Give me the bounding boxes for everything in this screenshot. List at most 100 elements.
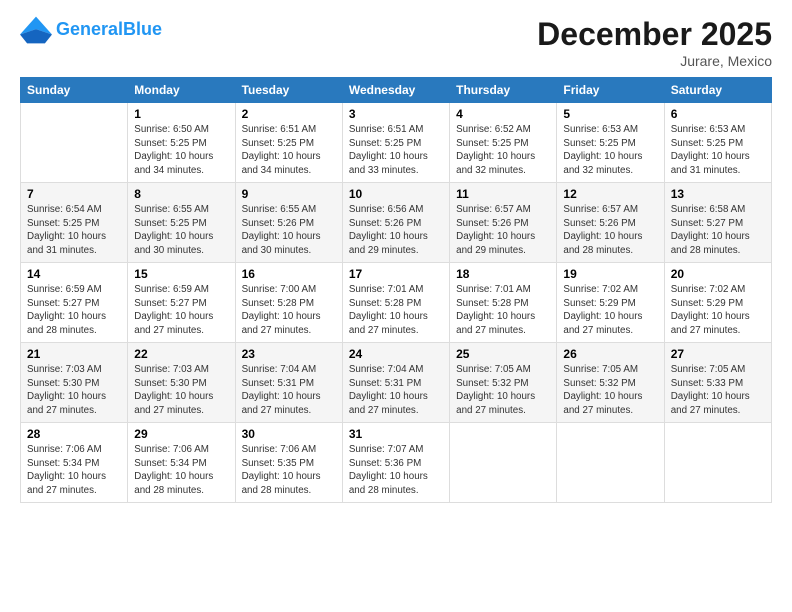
day-info: Sunrise: 7:05 AM Sunset: 5:32 PM Dayligh… bbox=[456, 363, 550, 418]
day-info: Sunrise: 6:52 AM Sunset: 5:25 PM Dayligh… bbox=[456, 123, 550, 178]
calendar-cell: 11 Sunrise: 6:57 AM Sunset: 5:26 PM Dayli… bbox=[450, 183, 557, 263]
calendar-cell: 27 Sunrise: 7:05 AM Sunset: 5:33 PM Dayli… bbox=[664, 343, 771, 423]
day-number: 16 bbox=[242, 267, 336, 281]
location: Jurare, Mexico bbox=[537, 53, 772, 69]
day-number: 15 bbox=[134, 267, 228, 281]
col-saturday: Saturday bbox=[664, 78, 771, 103]
day-number: 14 bbox=[27, 267, 121, 281]
calendar-cell: 15 Sunrise: 6:59 AM Sunset: 5:27 PM Dayli… bbox=[128, 263, 235, 343]
day-info: Sunrise: 7:05 AM Sunset: 5:33 PM Dayligh… bbox=[671, 363, 765, 418]
calendar-cell bbox=[557, 423, 664, 503]
calendar-week-3: 14 Sunrise: 6:59 AM Sunset: 5:27 PM Dayli… bbox=[21, 263, 772, 343]
calendar-cell: 6 Sunrise: 6:53 AM Sunset: 5:25 PM Daylig… bbox=[664, 103, 771, 183]
calendar-table: Sunday Monday Tuesday Wednesday Thursday… bbox=[20, 77, 772, 503]
calendar-cell: 12 Sunrise: 6:57 AM Sunset: 5:26 PM Dayli… bbox=[557, 183, 664, 263]
day-number: 30 bbox=[242, 427, 336, 441]
day-number: 29 bbox=[134, 427, 228, 441]
day-info: Sunrise: 7:01 AM Sunset: 5:28 PM Dayligh… bbox=[456, 283, 550, 338]
day-info: Sunrise: 6:57 AM Sunset: 5:26 PM Dayligh… bbox=[563, 203, 657, 258]
day-info: Sunrise: 6:55 AM Sunset: 5:26 PM Dayligh… bbox=[242, 203, 336, 258]
day-number: 28 bbox=[27, 427, 121, 441]
day-info: Sunrise: 6:54 AM Sunset: 5:25 PM Dayligh… bbox=[27, 203, 121, 258]
day-number: 12 bbox=[563, 187, 657, 201]
header-row: Sunday Monday Tuesday Wednesday Thursday… bbox=[21, 78, 772, 103]
day-number: 7 bbox=[27, 187, 121, 201]
day-number: 3 bbox=[349, 107, 443, 121]
calendar-cell: 7 Sunrise: 6:54 AM Sunset: 5:25 PM Daylig… bbox=[21, 183, 128, 263]
header: GeneralBlue December 2025 Jurare, Mexico bbox=[20, 16, 772, 69]
calendar-cell: 4 Sunrise: 6:52 AM Sunset: 5:25 PM Daylig… bbox=[450, 103, 557, 183]
col-thursday: Thursday bbox=[450, 78, 557, 103]
calendar-week-4: 21Sunrise: 7:03 AM Sunset: 5:30 PM Dayli… bbox=[21, 343, 772, 423]
day-info: Sunrise: 7:05 AM Sunset: 5:32 PM Dayligh… bbox=[563, 363, 657, 418]
day-info: Sunrise: 6:59 AM Sunset: 5:27 PM Dayligh… bbox=[134, 283, 228, 338]
calendar-cell: 8 Sunrise: 6:55 AM Sunset: 5:25 PM Daylig… bbox=[128, 183, 235, 263]
day-info: Sunrise: 7:04 AM Sunset: 5:31 PM Dayligh… bbox=[349, 363, 443, 418]
day-info: Sunrise: 6:58 AM Sunset: 5:27 PM Dayligh… bbox=[671, 203, 765, 258]
day-number: 26 bbox=[563, 347, 657, 361]
day-number: 5 bbox=[563, 107, 657, 121]
calendar-cell: 2Sunrise: 6:51 AM Sunset: 5:25 PM Daylig… bbox=[235, 103, 342, 183]
calendar-cell: 30 Sunrise: 7:06 AM Sunset: 5:35 PM Dayli… bbox=[235, 423, 342, 503]
day-number: 17 bbox=[349, 267, 443, 281]
day-info: Sunrise: 6:51 AM Sunset: 5:25 PM Dayligh… bbox=[349, 123, 443, 178]
day-info: Sunrise: 6:50 AM Sunset: 5:25 PM Dayligh… bbox=[134, 123, 228, 178]
col-monday: Monday bbox=[128, 78, 235, 103]
page: GeneralBlue December 2025 Jurare, Mexico… bbox=[0, 0, 792, 612]
calendar-cell: 10Sunrise: 6:56 AM Sunset: 5:26 PM Dayli… bbox=[342, 183, 449, 263]
calendar-cell: 18Sunrise: 7:01 AM Sunset: 5:28 PM Dayli… bbox=[450, 263, 557, 343]
day-number: 8 bbox=[134, 187, 228, 201]
calendar-cell: 25 Sunrise: 7:05 AM Sunset: 5:32 PM Dayli… bbox=[450, 343, 557, 423]
calendar-cell: 23Sunrise: 7:04 AM Sunset: 5:31 PM Dayli… bbox=[235, 343, 342, 423]
col-tuesday: Tuesday bbox=[235, 78, 342, 103]
calendar-cell: 21Sunrise: 7:03 AM Sunset: 5:30 PM Dayli… bbox=[21, 343, 128, 423]
calendar-cell: 20 Sunrise: 7:02 AM Sunset: 5:29 PM Dayli… bbox=[664, 263, 771, 343]
col-friday: Friday bbox=[557, 78, 664, 103]
day-number: 25 bbox=[456, 347, 550, 361]
calendar-cell bbox=[450, 423, 557, 503]
day-info: Sunrise: 7:06 AM Sunset: 5:35 PM Dayligh… bbox=[242, 443, 336, 498]
calendar-cell: 16Sunrise: 7:00 AM Sunset: 5:28 PM Dayli… bbox=[235, 263, 342, 343]
day-info: Sunrise: 7:06 AM Sunset: 5:34 PM Dayligh… bbox=[134, 443, 228, 498]
day-info: Sunrise: 6:53 AM Sunset: 5:25 PM Dayligh… bbox=[563, 123, 657, 178]
calendar-cell: 19 Sunrise: 7:02 AM Sunset: 5:29 PM Dayli… bbox=[557, 263, 664, 343]
day-number: 20 bbox=[671, 267, 765, 281]
day-info: Sunrise: 6:55 AM Sunset: 5:25 PM Dayligh… bbox=[134, 203, 228, 258]
day-info: Sunrise: 7:03 AM Sunset: 5:30 PM Dayligh… bbox=[27, 363, 121, 418]
col-sunday: Sunday bbox=[21, 78, 128, 103]
day-info: Sunrise: 6:59 AM Sunset: 5:27 PM Dayligh… bbox=[27, 283, 121, 338]
calendar-cell: 26 Sunrise: 7:05 AM Sunset: 5:32 PM Dayli… bbox=[557, 343, 664, 423]
calendar-cell: 3 Sunrise: 6:51 AM Sunset: 5:25 PM Daylig… bbox=[342, 103, 449, 183]
day-number: 1 bbox=[134, 107, 228, 121]
calendar-week-1: 1 Sunrise: 6:50 AM Sunset: 5:25 PM Daylig… bbox=[21, 103, 772, 183]
day-number: 27 bbox=[671, 347, 765, 361]
calendar-cell: 13 Sunrise: 6:58 AM Sunset: 5:27 PM Dayli… bbox=[664, 183, 771, 263]
day-info: Sunrise: 6:57 AM Sunset: 5:26 PM Dayligh… bbox=[456, 203, 550, 258]
logo-general: General bbox=[56, 19, 123, 39]
calendar-cell: 22Sunrise: 7:03 AM Sunset: 5:30 PM Dayli… bbox=[128, 343, 235, 423]
day-number: 11 bbox=[456, 187, 550, 201]
calendar-cell bbox=[21, 103, 128, 183]
calendar-week-5: 28 Sunrise: 7:06 AM Sunset: 5:34 PM Dayli… bbox=[21, 423, 772, 503]
day-info: Sunrise: 7:04 AM Sunset: 5:31 PM Dayligh… bbox=[242, 363, 336, 418]
day-number: 9 bbox=[242, 187, 336, 201]
calendar-cell: 24Sunrise: 7:04 AM Sunset: 5:31 PM Dayli… bbox=[342, 343, 449, 423]
day-info: Sunrise: 6:53 AM Sunset: 5:25 PM Dayligh… bbox=[671, 123, 765, 178]
day-info: Sunrise: 7:02 AM Sunset: 5:29 PM Dayligh… bbox=[671, 283, 765, 338]
day-info: Sunrise: 7:07 AM Sunset: 5:36 PM Dayligh… bbox=[349, 443, 443, 498]
logo-text: GeneralBlue bbox=[56, 20, 162, 40]
day-number: 13 bbox=[671, 187, 765, 201]
calendar-cell: 5 Sunrise: 6:53 AM Sunset: 5:25 PM Daylig… bbox=[557, 103, 664, 183]
day-number: 31 bbox=[349, 427, 443, 441]
day-number: 22 bbox=[134, 347, 228, 361]
calendar-cell: 14 Sunrise: 6:59 AM Sunset: 5:27 PM Dayli… bbox=[21, 263, 128, 343]
day-info: Sunrise: 7:02 AM Sunset: 5:29 PM Dayligh… bbox=[563, 283, 657, 338]
day-number: 4 bbox=[456, 107, 550, 121]
title-section: December 2025 Jurare, Mexico bbox=[537, 16, 772, 69]
calendar-cell: 1 Sunrise: 6:50 AM Sunset: 5:25 PM Daylig… bbox=[128, 103, 235, 183]
day-number: 19 bbox=[563, 267, 657, 281]
logo-icon bbox=[20, 16, 52, 44]
day-number: 6 bbox=[671, 107, 765, 121]
calendar-cell: 29 Sunrise: 7:06 AM Sunset: 5:34 PM Dayli… bbox=[128, 423, 235, 503]
col-wednesday: Wednesday bbox=[342, 78, 449, 103]
